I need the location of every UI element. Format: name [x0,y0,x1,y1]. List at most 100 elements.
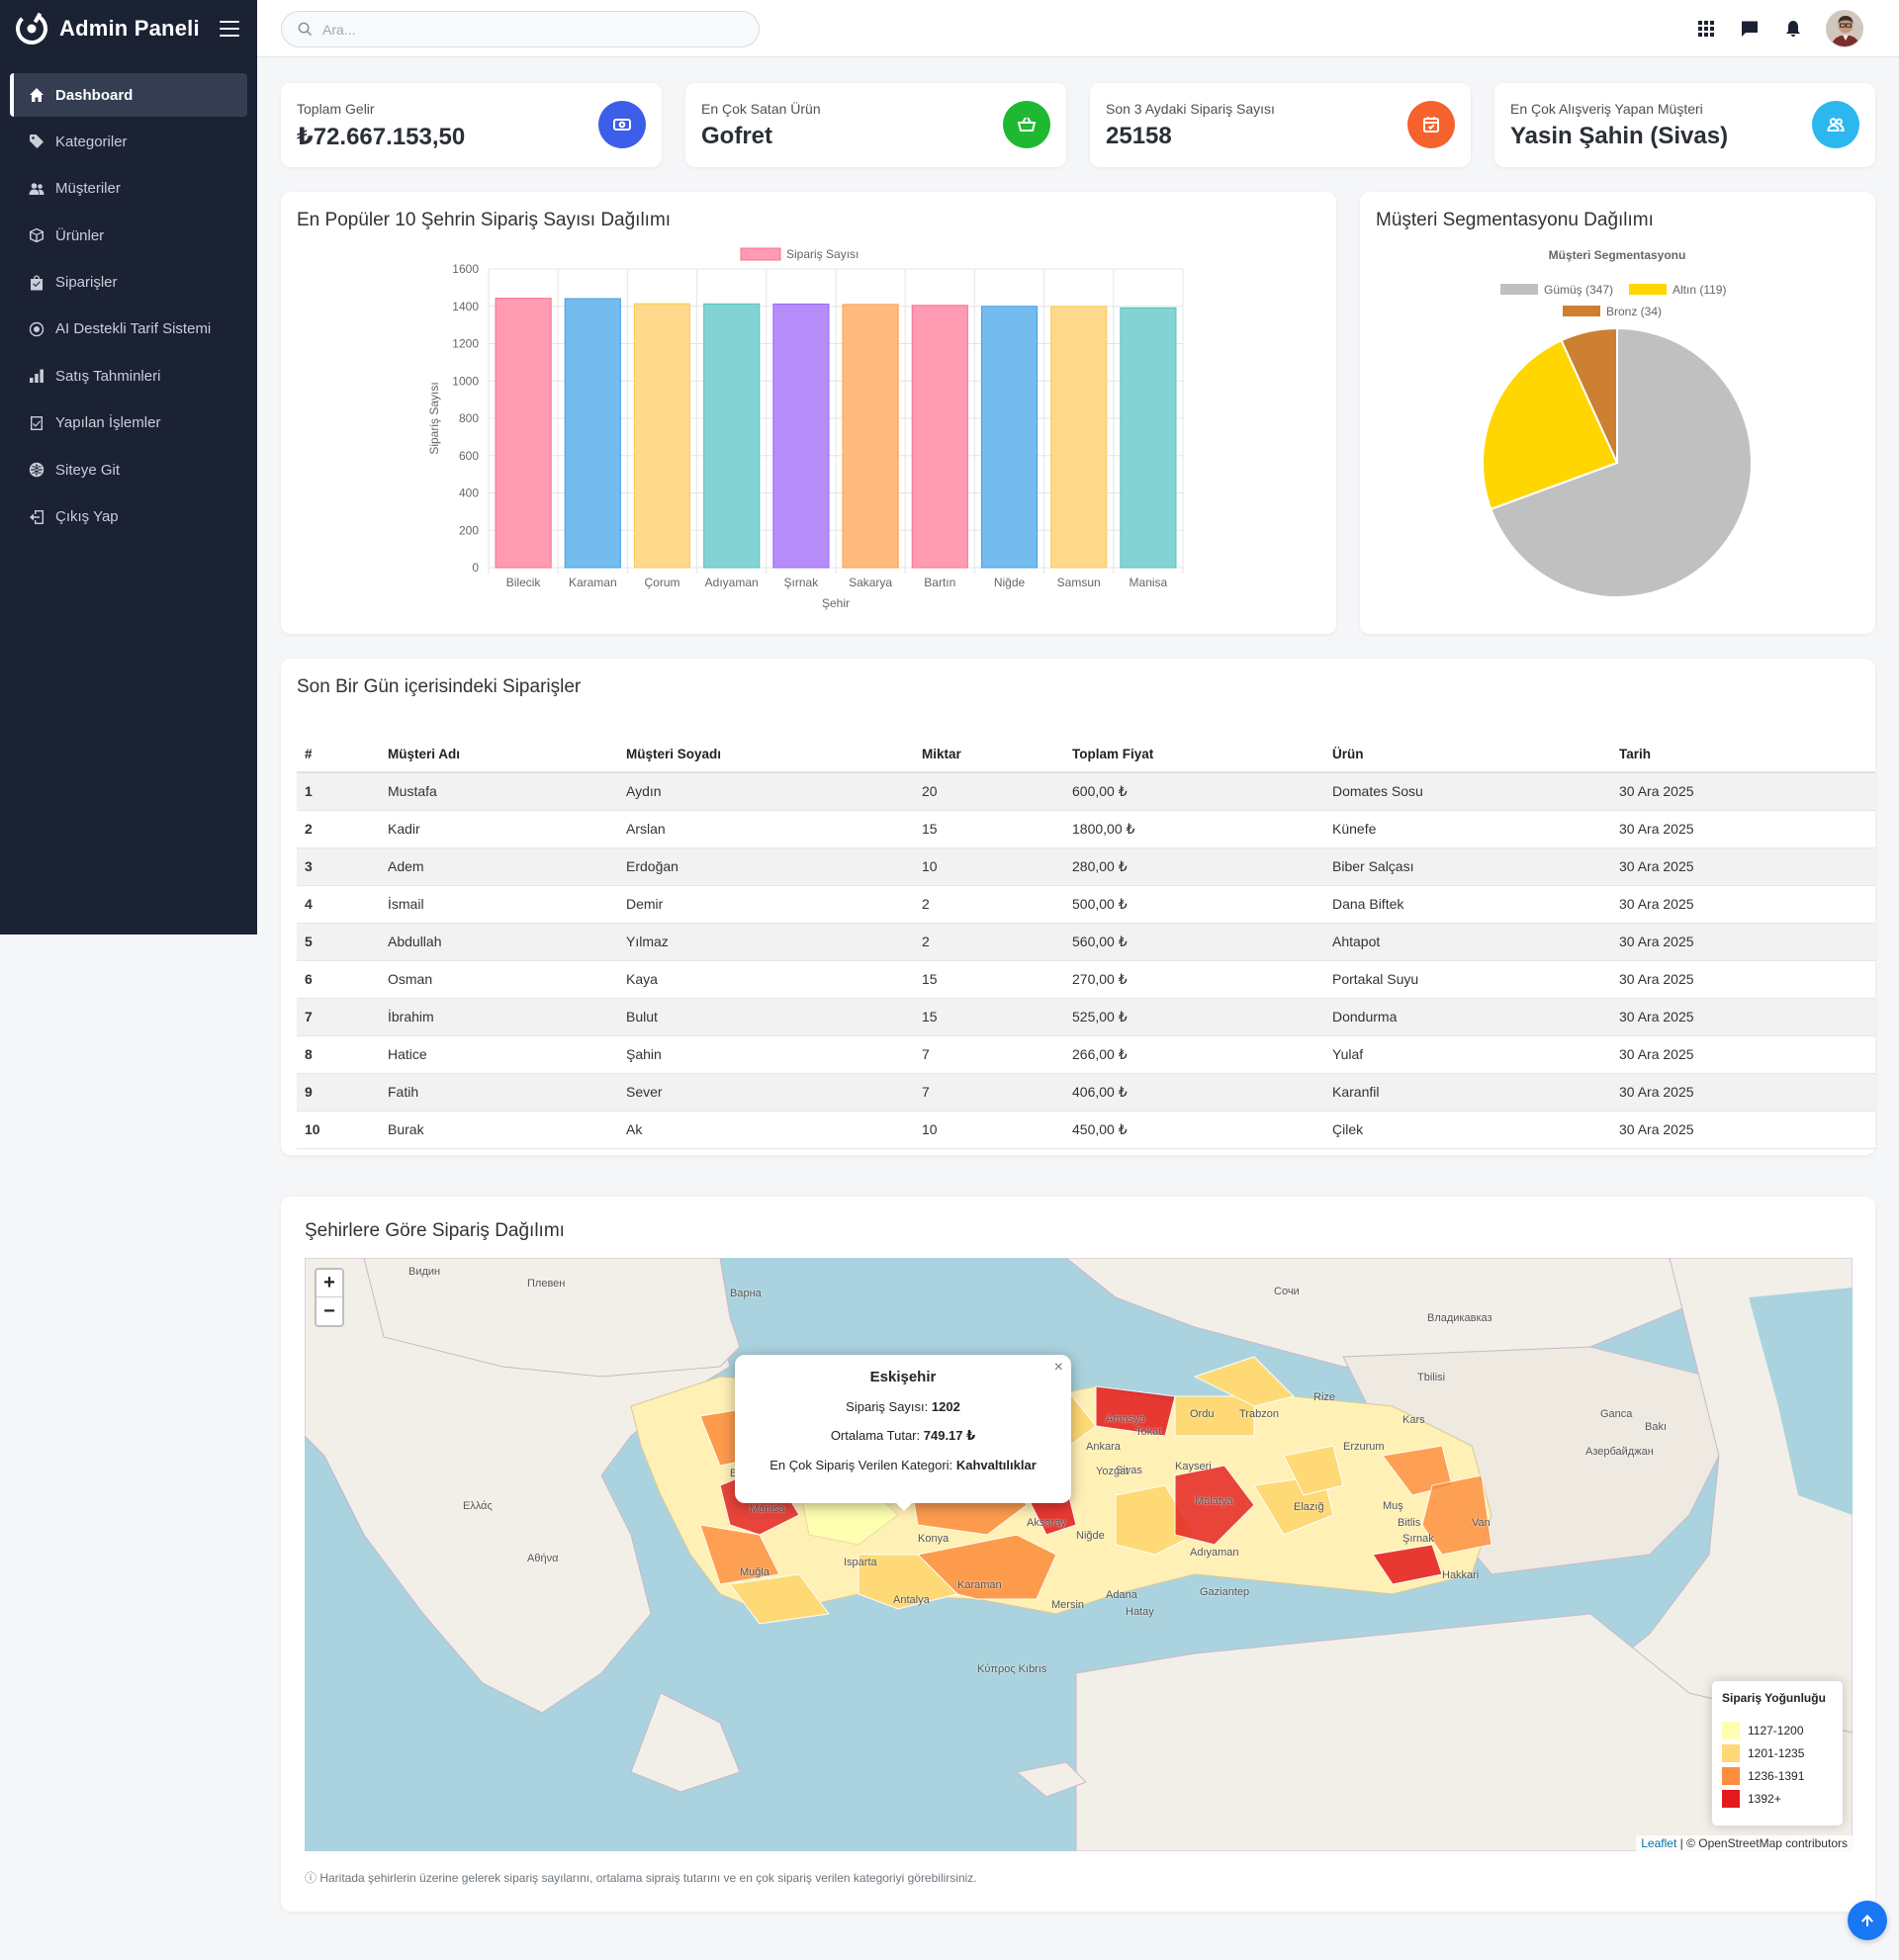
table-row: 6 Osman Kaya 15 270,00 ₺ Portakal Suyu 30 Ara … [297,960,1875,999]
table-cell: 10 [914,847,1064,886]
popup-close-button[interactable]: × [1054,1359,1063,1377]
map-legend: Sipariş Yoğunluğu 1127-1200 1201-1235 12… [1712,1681,1843,1826]
map-place-label: Adıyaman [1190,1547,1239,1559]
zoom-in-button[interactable]: + [316,1270,342,1297]
map-place-label: Erzurum [1343,1441,1385,1453]
pie-legend-label: Bronz (34) [1606,305,1662,318]
people-icon [1812,101,1859,148]
message-icon[interactable] [1739,18,1761,40]
y-tick-label: 1200 [452,337,479,351]
table-cell: 406,00 ₺ [1064,1073,1324,1112]
sidebar-item-label: Dashboard [55,86,134,104]
table-cell: Karanfil [1324,1073,1611,1112]
legend-label: Sipariş Sayısı [786,247,859,261]
table-cell: Sever [618,1073,914,1112]
table-cell: Erdoğan [618,847,914,886]
table-cell: Ahtapot [1324,923,1611,961]
column-header[interactable]: # [297,736,380,773]
map-place-label: Gaziantep [1200,1586,1250,1598]
sidebar-item-satis-tahminleri[interactable]: Satış Tahminleri [10,354,247,398]
popup-orders-label: Sipariş Sayısı: [846,1399,929,1414]
table-cell: 2 [297,810,380,848]
table-cell: 270,00 ₺ [1064,960,1324,999]
search-input[interactable] [322,21,738,38]
table-cell: 1 [297,772,380,811]
bar [980,306,1039,569]
bar [1120,307,1177,569]
map-place-label: Trabzon [1239,1408,1279,1420]
table-cell: 15 [914,998,1064,1036]
table-cell: 7 [914,1073,1064,1112]
sidebar-item-label: Siteye Git [55,461,121,479]
table-row: 8 Hatice Şahin 7 266,00 ₺ Yulaf 30 Ara 2025 [297,1035,1875,1074]
column-header[interactable]: Ürün [1324,736,1611,773]
legend-label: 1236-1391 [1748,1768,1805,1783]
table-row: 4 İsmail Demir 2 500,00 ₺ Dana Biftek 30 Ara 2… [297,885,1875,924]
menu-toggle-icon[interactable] [219,21,239,37]
table-row: 9 Fatih Sever 7 406,00 ₺ Karanfil 30 Ara 2025 [297,1073,1875,1112]
table-cell: 4 [297,885,380,924]
leaflet-link[interactable]: Leaflet [1641,1836,1676,1850]
x-axis-label: Şehir [822,596,850,610]
map-title: Şehirlere Göre Sipariş Dağılımı [305,1220,565,1241]
attribution-text: | © OpenStreetMap contributors [1676,1836,1848,1850]
legend-item: 1392+ [1722,1787,1833,1810]
sidebar-item-urunler[interactable]: Ürünler [10,214,247,257]
table-cell: Biber Salçası [1324,847,1611,886]
search-box[interactable] [281,11,760,47]
table-cell: 280,00 ₺ [1064,847,1324,886]
column-header[interactable]: Miktar [914,736,1064,773]
x-tick-label: Niğde [994,576,1026,589]
basket-icon [1003,101,1050,148]
sidebar-item-siparisler[interactable]: Siparişler [10,261,247,305]
table-cell: Künefe [1324,810,1611,848]
sidebar-item-kategoriler[interactable]: Kategoriler [10,120,247,163]
stat-value: Gofret [701,123,772,149]
sidebar-item-dashboard[interactable]: Dashboard [10,73,247,117]
map-place-label: Van [1472,1517,1491,1529]
sidebar-item-siteye-git[interactable]: Siteye Git [10,448,247,491]
table-header-row: # Müşteri Adı Müşteri Soyadı Miktar Topl… [297,736,1875,773]
table-cell: 525,00 ₺ [1064,998,1324,1036]
stat-card-total-revenue: Toplam Gelir ₺72.667.153,50 [281,83,662,167]
column-header[interactable]: Tarih [1611,736,1875,773]
logout-icon [28,508,45,526]
sidebar-item-ai-tarif[interactable]: AI Destekli Tarif Sistemi [10,308,247,351]
orders-title: Son Bir Gün içerisindeki Siparişler [297,676,582,697]
y-tick-label: 1600 [452,262,479,276]
box-icon [28,226,45,244]
stat-label: Son 3 Aydaki Sipariş Sayısı [1106,101,1275,117]
bell-icon[interactable] [1782,18,1804,40]
bar [911,305,968,569]
table-cell: Adem [380,847,618,886]
sidebar-item-label: Yapılan İşlemler [55,414,161,432]
column-header[interactable]: Müşteri Soyadı [618,736,914,773]
scroll-to-top-button[interactable] [1848,1901,1887,1940]
map-place-label: Yozgat [1096,1466,1130,1477]
map-place-label: Ankara [1086,1441,1121,1453]
sidebar-item-musteriler[interactable]: Müşteriler [10,167,247,211]
popup-category-label: En Çok Sipariş Verilen Kategori: [769,1458,953,1472]
table-cell: 30 Ara 2025 [1611,960,1875,999]
brand[interactable]: Admin Paneli [0,0,257,57]
map-place-label: Manisa [750,1503,785,1515]
avatar[interactable] [1826,10,1863,47]
apps-grid-icon[interactable] [1695,18,1717,40]
sidebar-item-yapilan-islemler[interactable]: Yapılan İşlemler [10,401,247,445]
stat-value: 25158 [1106,123,1172,149]
zoom-out-button[interactable]: − [316,1297,342,1325]
orders-map[interactable]: + − Видин Плевен Варна Сочи Владикавказ Азерб… [305,1258,1853,1851]
column-header[interactable]: Toplam Fiyat [1064,736,1324,773]
map-attribution: Leaflet | © OpenStreetMap contributors [1636,1835,1853,1851]
bag-icon [28,274,45,292]
topbar-actions [1673,10,1863,47]
sidebar-item-cikis-yap[interactable]: Çıkış Yap [10,495,247,539]
bar [1050,306,1108,569]
x-tick-label: Bilecik [506,576,542,589]
map-place-label: Şırnak [1402,1533,1434,1545]
orders-table: # Müşteri Adı Müşteri Soyadı Miktar Topl… [297,736,1875,1149]
map-place-label: Hatay [1126,1606,1154,1618]
table-cell: Fatih [380,1073,618,1112]
table-cell: 450,00 ₺ [1064,1111,1324,1149]
column-header[interactable]: Müşteri Adı [380,736,618,773]
